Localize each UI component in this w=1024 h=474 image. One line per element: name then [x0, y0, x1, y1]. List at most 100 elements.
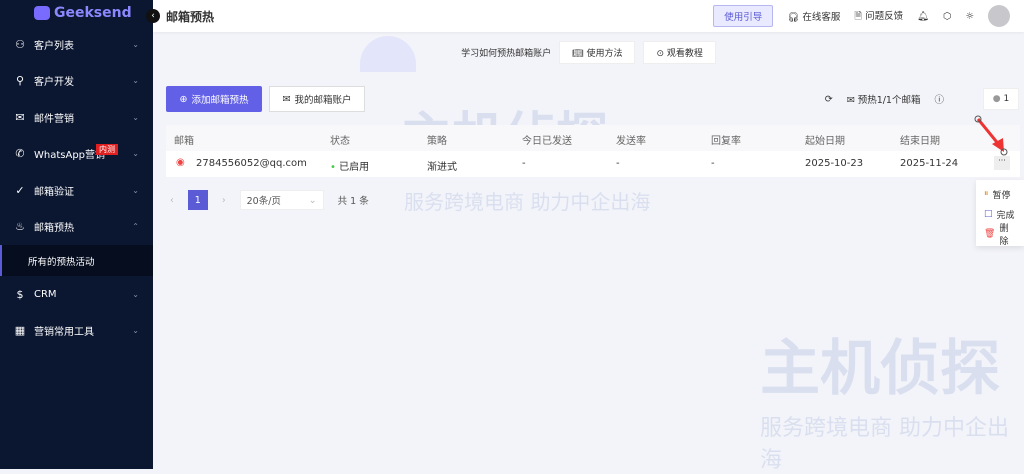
label: 我的邮箱账户: [294, 95, 352, 106]
status-cell: • 已启用: [330, 158, 369, 173]
sidebar-item-tools[interactable]: ▦ 营销常用工具 ⌄: [0, 313, 153, 350]
status-dot: •: [330, 162, 340, 173]
avatar[interactable]: [988, 5, 1010, 27]
label: 使用方法: [586, 48, 623, 59]
label: 预热1/1个邮箱: [857, 95, 921, 106]
dollar-icon: $: [16, 287, 24, 301]
banner-text: 学习如何预热邮箱账户: [461, 48, 552, 59]
end-date-cell: 2025-11-24: [900, 158, 959, 169]
label: 暂停: [992, 190, 1011, 201]
support-link[interactable]: 🎧︎ 在线客服: [787, 9, 840, 23]
warmup-count: ✉ 预热1/1个邮箱: [847, 92, 921, 106]
label: 已启用: [339, 162, 370, 173]
mail-icon: ✉: [282, 93, 291, 105]
grid-icon: ▦: [14, 324, 26, 338]
start-date-cell: 2025-10-23: [805, 158, 864, 169]
label: 客户开发: [34, 77, 74, 89]
header: 策略: [427, 136, 447, 147]
sidebar-subitem-all-warmups[interactable]: 所有的预热活动: [0, 245, 153, 276]
label: 客户列表: [34, 40, 74, 52]
sent-today-cell: -: [522, 158, 526, 169]
strategy-cell: 渐进式: [427, 162, 457, 173]
header: 状态: [330, 136, 350, 147]
topbar: ‹ 邮箱预热 使用引导 🎧︎ 在线客服 🗎 问题反馈 🔔︎ ⬡ ☼: [146, 0, 1024, 32]
menu-item-pause[interactable]: ⏸︎ 暂停: [984, 184, 1016, 204]
warmup-table: 邮箱 状态 策略 今日已发送 发送率 回复率 起始日期 结束日期 ◉ 27845…: [166, 125, 1020, 177]
theme-sun-icon[interactable]: ☼: [965, 11, 974, 22]
send-rate-cell: -: [616, 158, 620, 169]
email-cell: 2784556052@qq.com: [196, 158, 307, 169]
pause-icon: ⏸︎: [984, 189, 989, 199]
online-count[interactable]: ● 1: [983, 88, 1019, 110]
sidebar-item-whatsapp[interactable]: ✆ WhatsApp营销 内测 ⌄: [0, 136, 153, 173]
page-title: 邮箱预热: [166, 9, 215, 24]
pagination: ‹ 1 › 20条/页 ⌄ 共 1 条: [170, 190, 369, 210]
label: 添加邮箱预热: [191, 95, 249, 106]
info-icon[interactable]: ⓘ: [934, 92, 944, 106]
table-row[interactable]: ◉ 2784556052@qq.com • 已启用 渐进式 - - - 2025…: [166, 151, 1020, 177]
header: 发送率: [616, 136, 646, 147]
bell-icon[interactable]: 🔔︎: [917, 11, 929, 22]
chevron-down-icon: ⌄: [132, 76, 139, 86]
collapse-sidebar-button[interactable]: ‹: [146, 9, 160, 23]
sidebar: Geeksend ⚇ 客户列表 ⌄ ⚲ 客户开发 ⌄ ✉ 邮件营销 ⌄ ✆ WhatsApp营…: [0, 0, 153, 469]
check-circle-icon: ✓: [15, 183, 25, 197]
sidebar-item-crm[interactable]: $ CRM ⌄: [0, 276, 153, 313]
header: 回复率: [711, 136, 741, 147]
watermark-slogan: 服务跨境电商 助力中企出海: [760, 416, 1009, 473]
document-icon: 🗎: [854, 10, 866, 22]
sidebar-item-prospecting[interactable]: ⚲ 客户开发 ⌄: [0, 63, 153, 100]
more-actions-button[interactable]: ···: [994, 156, 1010, 170]
my-accounts-button[interactable]: ✉ 我的邮箱账户: [269, 86, 365, 112]
label: 20条/页: [246, 196, 281, 207]
table-header: 邮箱 状态 策略 今日已发送 发送率 回复率 起始日期 结束日期: [166, 125, 1020, 151]
refresh-icon[interactable]: ⟳: [825, 94, 833, 105]
label: 营销常用工具: [34, 327, 94, 339]
mail-icon: ✉: [15, 110, 25, 124]
medal-icon[interactable]: ⬡: [943, 11, 951, 22]
total-count: 共 1 条: [337, 196, 369, 207]
headset-icon: 🎧︎: [787, 12, 803, 23]
header: 邮箱: [174, 136, 194, 147]
label: 邮箱预热: [34, 223, 74, 235]
qq-mail-icon: ◉: [176, 157, 185, 168]
how-to-button[interactable]: 📖︎ 使用方法: [559, 40, 636, 64]
label: 完成: [996, 210, 1015, 221]
prev-page-button[interactable]: ‹: [170, 195, 174, 206]
logo-mail-icon: [34, 6, 50, 20]
sidebar-item-customers[interactable]: ⚇ 客户列表 ⌄: [0, 26, 153, 63]
label: 观看教程: [666, 48, 703, 59]
trash-icon: 🗑︎: [984, 229, 996, 239]
chevron-down-icon: ⌄: [132, 185, 139, 195]
feedback-link[interactable]: 🗎 问题反馈: [854, 8, 903, 25]
page-size-select[interactable]: 20条/页 ⌄: [239, 190, 324, 210]
book-icon: 📖︎: [572, 48, 587, 59]
next-page-button[interactable]: ›: [222, 195, 226, 206]
dot-icon: ●: [992, 94, 1004, 104]
guide-button[interactable]: 使用引导: [713, 5, 774, 27]
header: 起始日期: [805, 136, 845, 147]
label: 邮件营销: [34, 113, 74, 125]
beta-badge: 内测: [96, 143, 118, 155]
page-1-button[interactable]: 1: [187, 190, 208, 210]
reply-rate-cell: -: [711, 158, 715, 169]
chevron-down-icon: ⌄: [308, 194, 317, 206]
play-icon: ⊙: [656, 48, 667, 59]
label: 1: [1003, 94, 1010, 104]
sidebar-item-warmup[interactable]: ♨ 邮箱预热 ⌃: [0, 209, 153, 246]
whatsapp-icon: ✆: [15, 147, 25, 161]
sidebar-item-verify[interactable]: ✓ 邮箱验证 ⌄: [0, 172, 153, 209]
row-action-menu: ⏸︎ 暂停 □ 完成 🗑︎ 删除: [976, 180, 1024, 247]
chevron-down-icon: ⌄: [132, 289, 139, 299]
label: WhatsApp营销: [34, 150, 106, 162]
chevron-down-icon: ⌄: [132, 112, 139, 122]
logo[interactable]: Geeksend: [0, 0, 153, 26]
sidebar-item-email-marketing[interactable]: ✉ 邮件营销 ⌄: [0, 99, 153, 136]
label: 在线客服: [802, 12, 841, 23]
menu-item-delete[interactable]: 🗑︎ 删除: [984, 224, 1016, 247]
plus-circle-icon: ⊕: [179, 93, 188, 105]
watermark-slogan: 服务跨境电商 助力中企出海: [404, 190, 651, 214]
square-icon: □: [984, 209, 993, 219]
add-warmup-button[interactable]: ⊕ 添加邮箱预热: [166, 86, 262, 112]
watch-tutorial-button[interactable]: ⊙ 观看教程: [643, 40, 716, 64]
